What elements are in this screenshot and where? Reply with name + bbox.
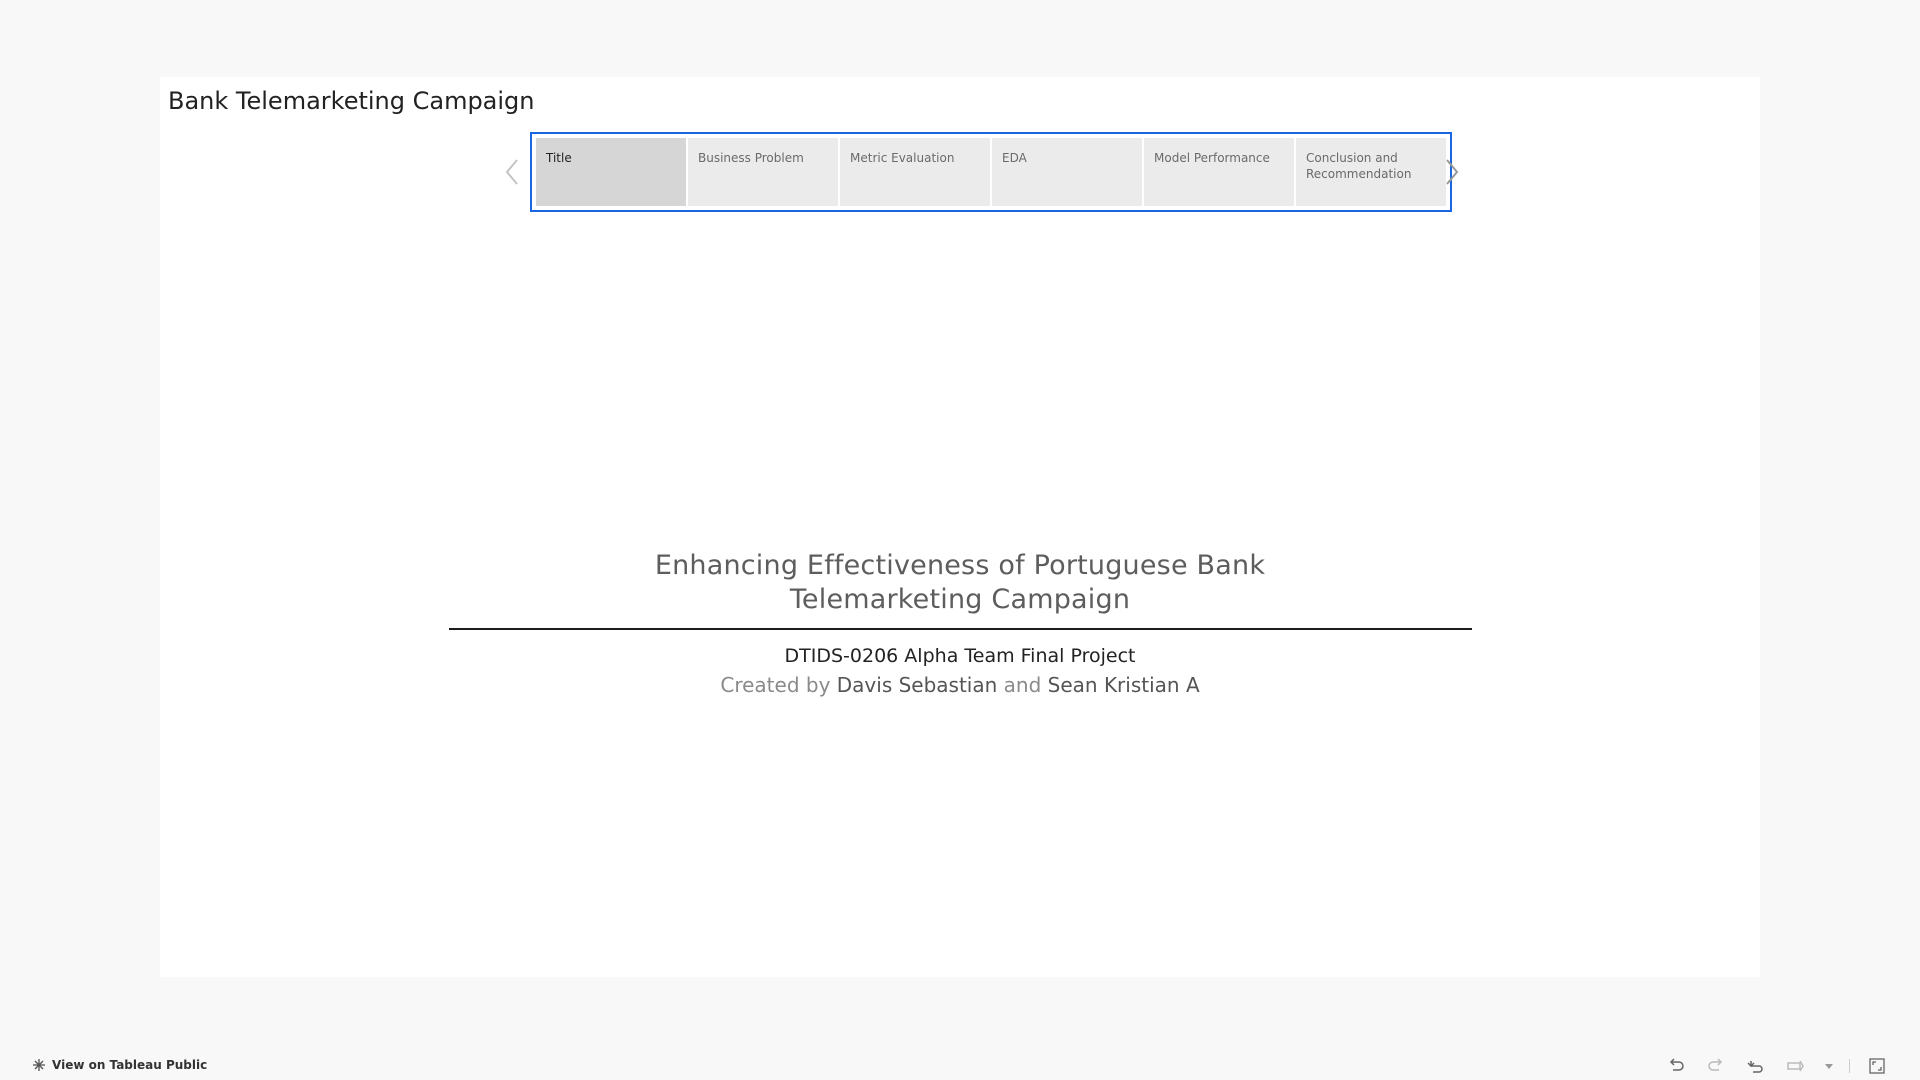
next-point-button[interactable] [1440,152,1464,192]
story-point-conclusion[interactable]: Conclusion and Recommendation [1296,138,1446,206]
view-on-tableau-public-link[interactable]: View on Tableau Public [32,1058,207,1072]
fullscreen-button[interactable] [1864,1056,1890,1076]
revert-button[interactable] [1743,1056,1769,1076]
author-name: Sean Kristian A [1047,673,1200,697]
share-button[interactable] [1783,1056,1809,1076]
story-navigator: Title Business Problem Metric Evaluation… [500,132,1464,214]
previous-point-button[interactable] [500,152,524,192]
story-point-strip: Title Business Problem Metric Evaluation… [530,132,1452,212]
undo-icon [1669,1058,1684,1071]
share-icon [1787,1060,1804,1072]
credits-joiner: and [1003,673,1042,697]
chevron-right-icon [1446,159,1459,185]
divider-line [449,628,1472,630]
redo-button[interactable] [1703,1056,1729,1076]
story-title: Bank Telemarketing Campaign [168,87,535,115]
view-link-label: View on Tableau Public [52,1058,208,1072]
story-point-eda[interactable]: EDA [992,138,1142,206]
story-point-model-performance[interactable]: Model Performance [1144,138,1294,206]
credits-prefix: Created by [720,673,831,697]
story-point-title[interactable]: Title [536,138,686,206]
dropdown-button[interactable] [1823,1056,1835,1076]
title-block: Enhancing Effectiveness of Portuguese Ba… [160,549,1760,617]
author-name: Davis Sebastian [836,673,998,697]
tableau-logo-icon [33,1059,45,1071]
toolbar-separator [1849,1059,1850,1073]
project-subtitle: DTIDS-0206 Alpha Team Final Project [784,645,1136,667]
story-point-metric-evaluation[interactable]: Metric Evaluation [840,138,990,206]
credits-line: Created by Davis Sebastian and Sean Kris… [160,670,1760,700]
story-point-business-problem[interactable]: Business Problem [688,138,838,206]
undo-button[interactable] [1663,1056,1689,1076]
footer-toolbar: View on Tableau Public [0,1052,1920,1080]
chevron-left-icon [505,159,518,185]
main-title: Enhancing Effectiveness of Portuguese Ba… [654,550,1266,615]
viz-toolbar [1663,1056,1890,1076]
revert-icon [1747,1061,1763,1073]
subtitle-block: DTIDS-0206 Alpha Team Final Project Crea… [160,642,1760,700]
fullscreen-icon [1869,1058,1885,1074]
story-container: Bank Telemarketing Campaign Title Busine… [160,77,1760,977]
redo-icon [1708,1058,1723,1071]
dropdown-icon [1825,1064,1833,1069]
